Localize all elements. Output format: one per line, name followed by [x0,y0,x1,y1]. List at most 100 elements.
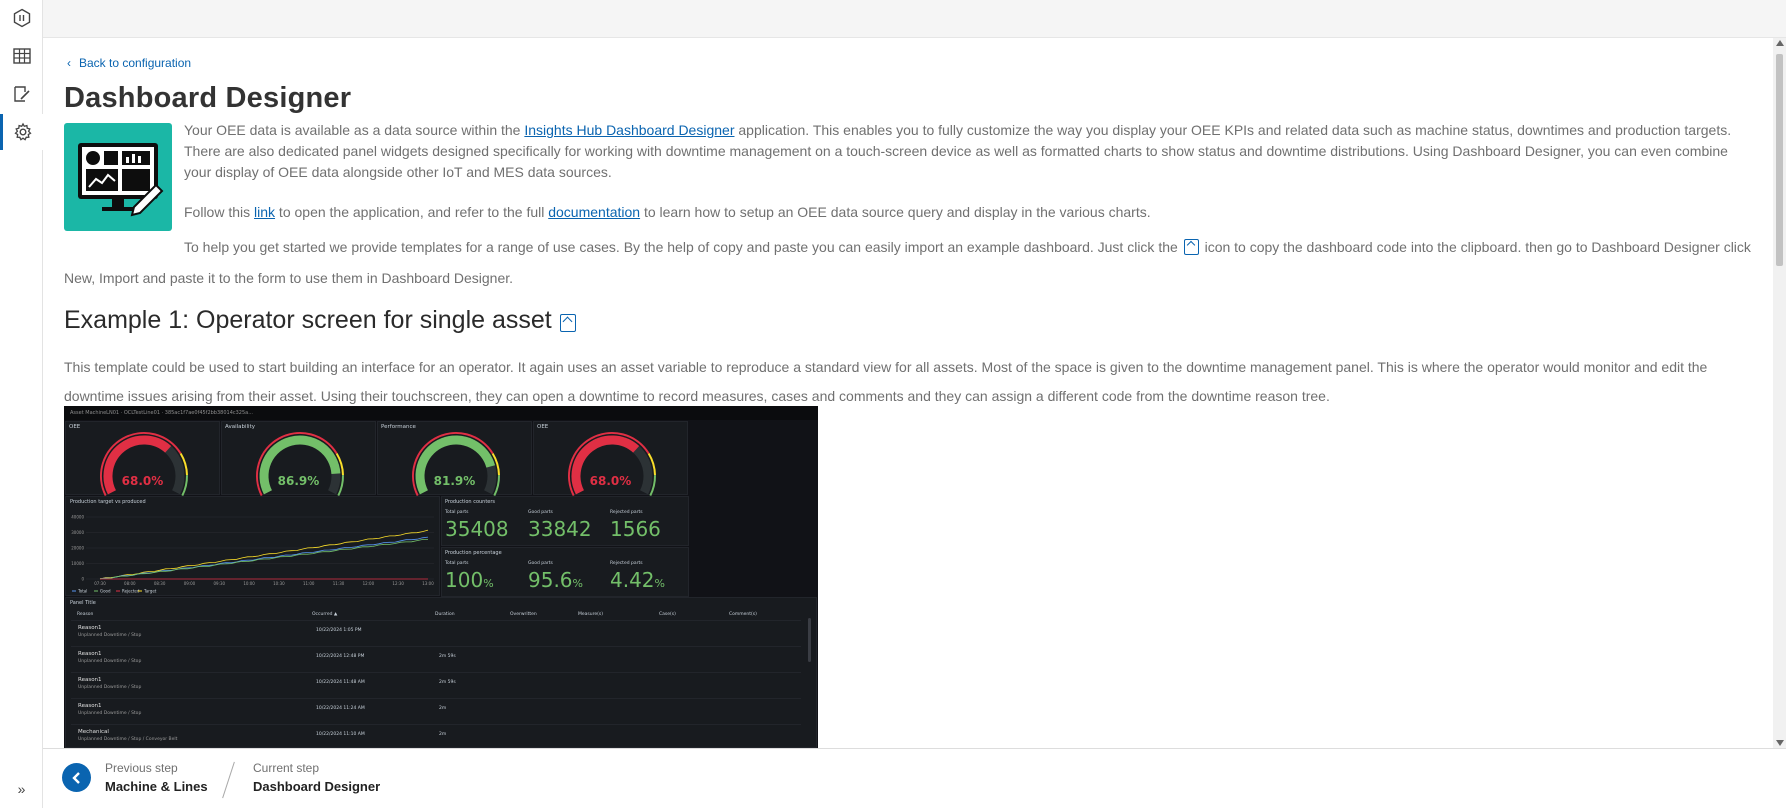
table-header-cell[interactable]: Overwritten [510,612,537,617]
chart-y-tick: 10000 [71,561,84,566]
stat-label: Good parts [528,561,553,566]
chevron-left-icon: ‹ [67,56,71,70]
table-header-cell[interactable]: Occurred ▲ [312,612,337,617]
table-cell-date: 10/22/2024 11:48 AM [316,680,365,685]
previous-step-button[interactable] [62,763,91,792]
intro-text: Follow this [184,204,255,220]
chart-legend-label: Rejected [122,589,140,594]
table-header-cell[interactable]: Comment(s) [729,612,757,617]
percentage-title: Production percentage [445,550,502,556]
stat-label: Rejected parts [610,561,643,566]
stat-unit: % [483,577,494,590]
pct-good-parts: Good parts 95.6% [528,561,583,592]
back-to-configuration-link[interactable]: ‹ Back to configuration [67,56,191,70]
chart-legend-label: Total [77,589,87,594]
table-cell-date: 10/22/2024 12:48 PM [316,654,365,659]
rail-item-table[interactable] [0,38,43,74]
stat-value: 95.6 [528,568,573,592]
intro-text: to learn how to setup an OEE data source… [640,204,1151,220]
production-counters-panel: Production counters Total parts 35408 Go… [441,496,689,546]
main-content: ‹ Back to configuration Dashboard Design… [43,38,1773,748]
scrollbar-thumb[interactable] [1776,54,1783,266]
chart-x-tick: 11:30 [333,581,345,586]
stat-value: 4.42 [610,568,655,592]
page-scrollbar[interactable] [1773,38,1786,748]
stat-value: 33842 [528,517,592,541]
rail-item-home[interactable] [0,0,43,36]
rail-item-settings[interactable] [0,114,43,150]
stat-value: 1566 [610,517,661,541]
example-1-heading: Example 1: Operator screen for single as… [64,306,576,335]
chart-x-tick: 12:00 [363,581,375,586]
table-cell-reason: Reason1 [78,703,102,709]
table-scrollbar [808,618,811,662]
previous-step-value: Machine & Lines [105,779,208,794]
table-cell-date: 10/22/2024 1:05 PM [316,628,362,633]
chart-x-tick: 09:30 [214,581,226,586]
preview-variable-bar: Asset MachineLN01 · OCLTestLine01 · 385a… [64,406,818,420]
table-cell-sub: Unplanned Downtime / Stop / Conveyor Bel… [78,737,178,742]
table-cell-date: 10/22/2024 11:10 AM [316,732,365,737]
step-divider [222,761,235,799]
gear-icon [14,122,32,141]
stat-unit: % [572,577,583,590]
gauge-value: 86.9% [277,474,320,488]
rail-item-edit[interactable] [0,76,43,112]
table-cell-dur: 2m [439,706,447,711]
intro-paragraph-1: Your OEE data is available as a data sou… [184,120,1744,183]
scroll-up-arrow[interactable] [1776,40,1784,46]
table-header-cell[interactable]: Measure(s) [578,612,603,617]
table-header-cell[interactable]: Reason [77,612,93,617]
scroll-down-arrow[interactable] [1776,740,1784,746]
pct-total-parts: Total parts 100% [445,561,494,592]
chart-y-tick: 20000 [71,546,84,551]
table-header-cell[interactable]: Duration [435,612,455,617]
table-cell-sub: Unplanned Downtime / Stop [78,711,142,716]
stat-label: Rejected parts [610,510,643,515]
example-1-title: Example 1: Operator screen for single as… [64,306,552,334]
chart-y-tick: 30000 [71,530,84,535]
expand-rail-button[interactable]: » [0,774,43,804]
previous-step[interactable]: Previous step Machine & Lines [105,761,208,794]
table-row[interactable]: Mechanical Unplanned Downtime / Stop / Co… [71,724,801,748]
chart-title: Production target vs produced [70,499,146,505]
table-header-cell[interactable]: Case(s) [659,612,676,617]
table-cell-date: 10/22/2024 11:24 AM [316,706,365,711]
table-row[interactable]: Reason1 Unplanned Downtime / Stop 10/22/20… [71,620,801,646]
chart-y-tick: 40000 [71,515,84,520]
chart-legend-label: Target [143,589,157,594]
current-step-label: Current step [253,761,320,775]
stat-label: Good parts [528,510,553,515]
stat-unit: % [654,577,665,590]
chart-series-line [99,536,429,579]
chart-series-line [99,529,429,580]
intro-paragraph-3: To help you get started we provide templ… [64,232,1754,294]
table-cell-dur: 2m 59s [439,680,456,685]
current-step-value: Dashboard Designer [253,779,381,794]
table-row[interactable]: Reason1 Unplanned Downtime / Stop 10/22/20… [71,672,801,698]
copy-clipboard-icon[interactable] [559,313,576,332]
table-row[interactable]: Reason1 Unplanned Downtime / Stop 10/22/20… [71,698,801,724]
chart-x-tick: 11:00 [303,581,315,586]
top-bar [43,0,1786,38]
copy-clipboard-icon [1183,239,1199,255]
intro-text: To help you get started we provide templ… [184,239,1182,255]
stat-label: Total parts [445,561,469,566]
chart-x-tick: 08:30 [154,581,166,586]
hexagon-logo-icon [13,8,30,28]
chevron-left-icon [71,771,80,784]
documentation-link[interactable]: documentation [548,204,640,220]
chart-x-tick: 08:00 [124,581,136,586]
gauge-panel: OEE 68.0% [65,421,220,496]
edit-note-icon [13,86,30,102]
chart-legend-label: Good [100,589,111,594]
example-1-dashboard-preview: Asset MachineLN01 · OCLTestLine01 · 385a… [64,406,818,748]
grid-table-icon [12,48,31,64]
table-cell-sub: Unplanned Downtime / Stop [78,633,142,638]
open-app-link[interactable]: link [254,204,275,220]
table-row[interactable]: Reason1 Unplanned Downtime / Stop 10/22/20… [71,646,801,672]
gauge-value: 68.0% [121,474,164,488]
insights-hub-link[interactable]: Insights Hub Dashboard Designer [524,122,734,138]
chart-x-tick: 13:00 [422,581,434,586]
page-title: Dashboard Designer [64,82,352,114]
